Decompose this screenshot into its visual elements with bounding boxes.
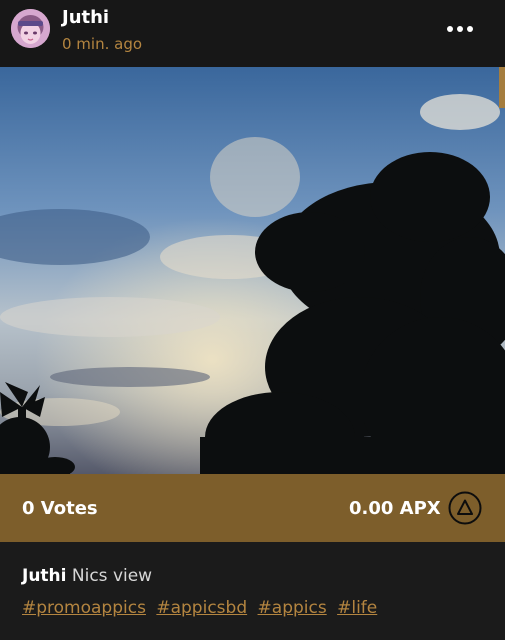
apx-amount: 0.00 APX (349, 498, 441, 519)
votes-bar: 0 Votes 0.00 APX (0, 474, 505, 542)
caption-user-name[interactable]: Juthi (22, 566, 66, 586)
caption-text: Nics view (71, 566, 153, 586)
hashtag-link[interactable]: #life (337, 598, 377, 618)
hashtag-link[interactable]: #appicsbd (156, 598, 247, 618)
votes-count[interactable]: 0 Votes (22, 498, 98, 519)
hashtag-list: #promoappics #appicsbd #appics #life (22, 598, 382, 618)
post-header: Juthi 0 min. ago (0, 0, 505, 67)
caption: Juthi Nics view (22, 566, 152, 586)
hashtag-link[interactable]: #appics (258, 598, 327, 618)
caption-area: Juthi Nics view #promoappics #appicsbd #… (0, 542, 505, 640)
scrollbar-thumb[interactable] (499, 67, 505, 108)
post-timestamp: 0 min. ago (62, 35, 143, 53)
more-horizontal-icon (447, 26, 453, 32)
avatar[interactable] (11, 9, 50, 48)
post-photo[interactable] (0, 67, 505, 474)
more-horizontal-icon (457, 26, 463, 32)
hashtag-link[interactable]: #promoappics (22, 598, 146, 618)
more-horizontal-icon (467, 26, 473, 32)
user-name[interactable]: Juthi (62, 7, 109, 28)
sky-tree-silhouette-image (0, 67, 505, 474)
triangle-vote-icon (448, 491, 482, 525)
vote-button[interactable] (448, 491, 482, 525)
more-options-button[interactable] (438, 16, 482, 42)
